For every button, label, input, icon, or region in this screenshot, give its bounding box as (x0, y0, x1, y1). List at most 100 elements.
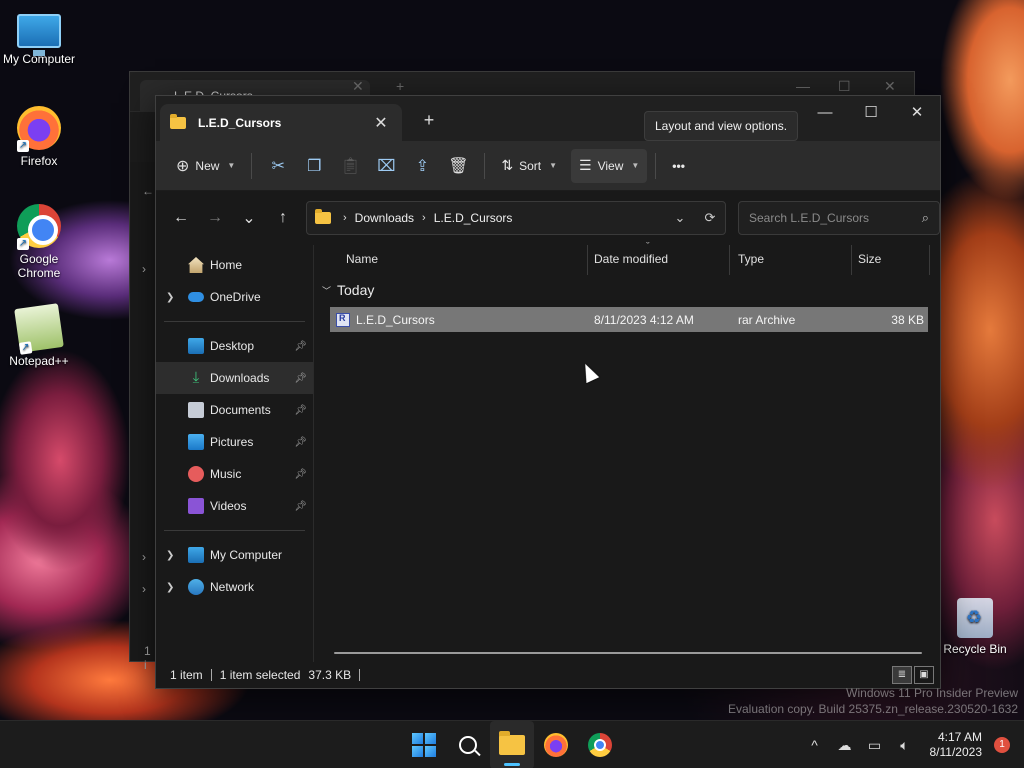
tab-close-icon[interactable]: ✕ (370, 113, 392, 133)
sort-button[interactable]: ⇅ Sort ▼ (493, 149, 565, 183)
status-divider (359, 669, 361, 681)
toolbar-divider (655, 152, 657, 179)
new-tab-button[interactable]: + (418, 110, 440, 131)
search-icon (459, 736, 477, 754)
rename-icon[interactable]: ⌧ (368, 149, 404, 183)
recent-locations-button[interactable]: ⌄ (232, 202, 266, 234)
tab-title: L.E.D_Cursors (198, 115, 282, 130)
nav-item-label: Downloads (210, 371, 270, 385)
column-header-size[interactable]: Size (850, 245, 930, 275)
tiles-view-icon[interactable]: ▣ (914, 666, 934, 684)
taskbar-search-button[interactable] (446, 721, 490, 768)
bg-back-icon[interactable]: ← (142, 184, 154, 198)
nav-item-videos[interactable]: Videos 📌︎ (156, 490, 313, 522)
desktop-icon-label: Notepad++ (9, 354, 69, 368)
view-button[interactable]: ☰ View ▼ (571, 148, 648, 183)
cut-icon[interactable]: ✂ (260, 149, 296, 183)
clock-time: 4:17 AM (937, 730, 982, 744)
minimize-button[interactable]: — (802, 96, 848, 128)
desktop-icon-recycle-bin[interactable]: Recycle Bin (937, 598, 1013, 656)
expand-chevron-icon[interactable]: ❯ (166, 582, 174, 593)
chevron-right-icon[interactable]: › (422, 212, 426, 224)
nav-item-pictures[interactable]: Pictures 📌︎ (156, 426, 313, 458)
file-row[interactable]: L.E.D_Cursors 8/11/2023 4:12 AM rar Arch… (330, 307, 928, 332)
bg-maximize-icon[interactable]: ☐ (838, 78, 851, 95)
file-date: 8/11/2023 4:12 AM (594, 312, 694, 327)
nav-item-home[interactable]: Home (156, 249, 313, 281)
column-header-name[interactable]: Name (338, 245, 588, 275)
desktop-icon-firefox[interactable]: ↗ Firefox (1, 106, 77, 168)
file-list[interactable]: Name Date modified Type Size ﹀ Today L.E… (316, 233, 940, 662)
documents-icon (188, 402, 204, 418)
bg-expand-icon[interactable]: › (142, 550, 146, 564)
nav-item-downloads[interactable]: ⤓ Downloads 📌︎ (156, 362, 313, 394)
expand-chevron-icon[interactable]: ❯ (166, 550, 174, 561)
desktop-icon-chrome[interactable]: ↗ Google Chrome (1, 204, 77, 280)
downloads-icon: ⤓ (192, 369, 200, 386)
bg-close-icon[interactable]: ✕ (884, 78, 896, 95)
nav-item-onedrive[interactable]: ❯ OneDrive (156, 281, 313, 313)
more-options-button[interactable]: ••• (664, 149, 693, 183)
cloud-offline-icon[interactable]: ☁ (830, 737, 860, 754)
bg-new-tab-icon[interactable]: + (396, 78, 404, 94)
volume-icon[interactable]: 🔈︎ (890, 737, 920, 754)
nav-item-label: Pictures (210, 435, 254, 449)
nav-item-music[interactable]: Music 📌︎ (156, 458, 313, 490)
maximize-button[interactable]: ☐ (848, 96, 894, 128)
bg-tab-close-icon[interactable]: ✕ (352, 78, 364, 95)
delete-icon[interactable]: 🗑︎ (440, 149, 476, 183)
nav-divider (164, 530, 305, 531)
paste-icon[interactable]: 📋︎ (332, 149, 368, 183)
titlebar: L.E.D_Cursors ✕ + — ☐ ✕ (156, 96, 940, 141)
taskbar-chrome[interactable] (578, 721, 622, 768)
nav-item-my-computer[interactable]: ❯ My Computer (156, 539, 313, 571)
file-explorer-window[interactable]: L.E.D_Cursors ✕ + — ☐ ✕ Layout and view … (155, 95, 941, 689)
breadcrumb-downloads[interactable]: Downloads (355, 211, 414, 225)
toolbar-divider (484, 152, 486, 179)
show-hidden-icons-chevron-icon[interactable]: ^ (800, 737, 830, 753)
chevron-down-icon: ▼ (631, 161, 640, 170)
nav-divider (164, 321, 305, 322)
file-size: 38 KB (891, 312, 924, 327)
copy-icon[interactable]: ❐ (296, 149, 332, 183)
clock[interactable]: 4:17 AM 8/11/2023 (930, 730, 983, 760)
nav-item-label: Documents (210, 403, 271, 417)
group-header-today[interactable]: ﹀ Today (316, 277, 940, 303)
nav-item-desktop[interactable]: Desktop 📌︎ (156, 330, 313, 362)
notification-badge[interactable]: 1 (994, 737, 1010, 753)
taskbar-firefox[interactable] (534, 721, 578, 768)
share-icon[interactable]: ⇪ (404, 149, 440, 183)
chrome-icon (588, 733, 612, 757)
back-button[interactable]: ← (164, 202, 198, 234)
close-button[interactable]: ✕ (894, 96, 940, 128)
horizontal-scrollbar[interactable] (334, 652, 922, 654)
address-dropdown-icon[interactable]: ⌄ (665, 210, 695, 226)
desktop-icon-my-computer[interactable]: My Computer (1, 8, 77, 66)
chevron-right-icon[interactable]: › (343, 212, 347, 224)
shortcut-arrow-icon: ↗ (18, 341, 33, 355)
refresh-icon[interactable]: ⟳ (695, 210, 725, 226)
nav-item-label: Home (210, 258, 243, 272)
bg-expand-icon[interactable]: › (142, 262, 146, 276)
start-button[interactable] (402, 721, 446, 768)
details-view-icon[interactable]: ≣ (892, 666, 912, 684)
nav-item-network[interactable]: ❯ Network (156, 571, 313, 603)
column-header-type[interactable]: Type (730, 245, 852, 275)
desktop-icon-notepadpp[interactable]: ↗ Notepad++ (1, 303, 77, 368)
collapse-chevron-icon: ﹀ (322, 285, 332, 296)
new-button[interactable]: ⊕ New ▼ (168, 149, 243, 183)
bg-minimize-icon[interactable]: — (796, 78, 810, 94)
network-status-icon[interactable]: ▭ (860, 737, 890, 754)
up-button[interactable]: ↑ (266, 202, 300, 234)
nav-item-documents[interactable]: Documents 📌︎ (156, 394, 313, 426)
forward-button[interactable]: → (198, 202, 232, 234)
taskbar-file-explorer[interactable] (490, 721, 534, 768)
expand-chevron-icon[interactable]: ❯ (166, 292, 174, 303)
new-label: New (195, 158, 220, 173)
search-input[interactable]: Search L.E.D_Cursors ⌕ (738, 201, 940, 235)
breadcrumb-led-cursors[interactable]: L.E.D_Cursors (434, 211, 513, 225)
bg-expand-icon[interactable]: › (142, 582, 146, 596)
column-header-date-modified[interactable]: Date modified (586, 233, 730, 275)
tab-led-cursors[interactable]: L.E.D_Cursors ✕ (160, 104, 402, 141)
address-field[interactable]: › Downloads › L.E.D_Cursors ⌄ ⟳ (306, 201, 726, 235)
